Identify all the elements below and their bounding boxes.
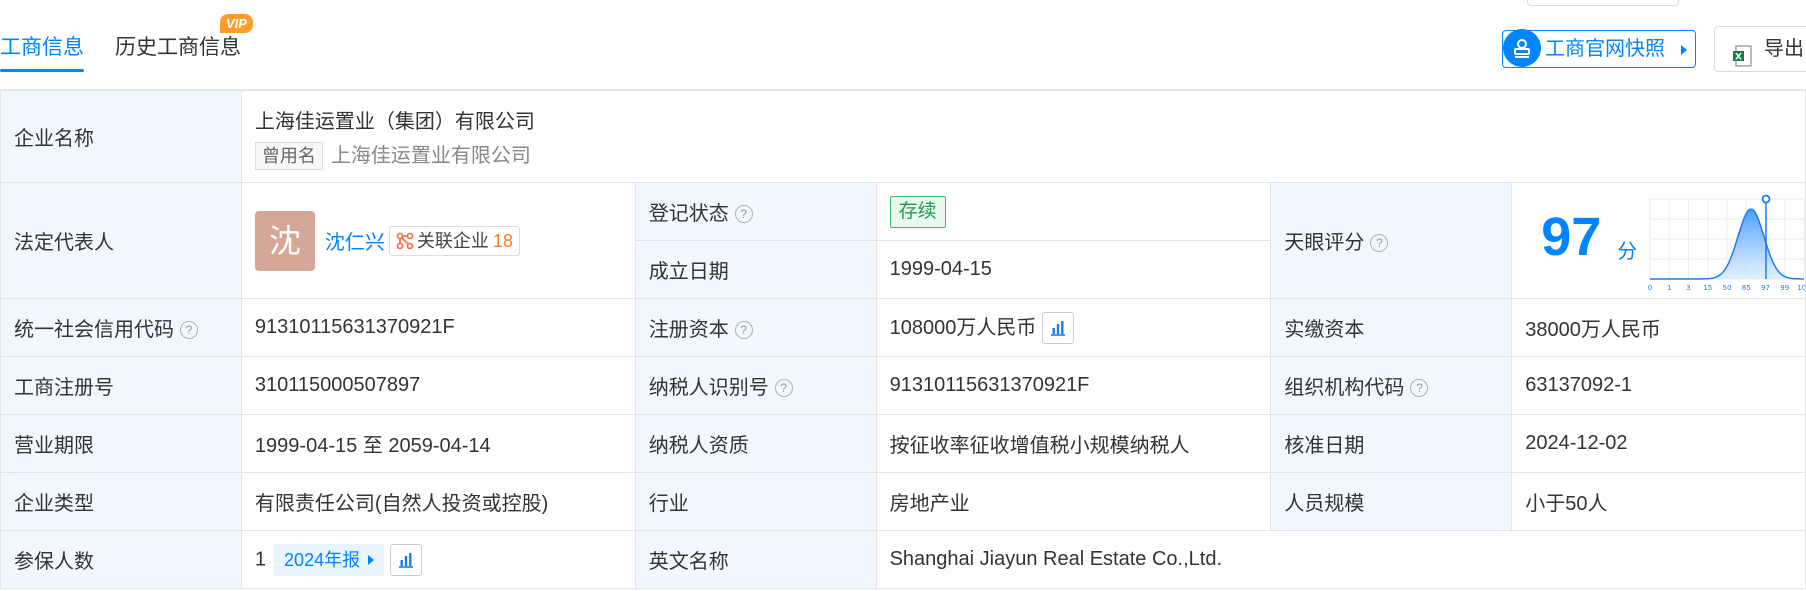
industry-value: 房地产业 xyxy=(875,472,1272,531)
avatar[interactable]: 沈 xyxy=(254,210,315,271)
excel-icon: X xyxy=(1733,39,1753,83)
tianyan-score-cell[interactable]: 97 分 0 1 3 15 50 85 97 99 100 xyxy=(1511,182,1806,299)
approve-date-label: 核准日期 xyxy=(1270,414,1513,473)
tianyan-score-label: 天眼评分 xyxy=(1284,232,1365,254)
found-date-label: 成立日期 xyxy=(634,240,877,299)
score-axis-tick-label: 85 xyxy=(1742,284,1751,292)
related-companies-button[interactable]: 关联企业 18 xyxy=(388,225,520,256)
bar-chart-icon[interactable] xyxy=(390,543,423,576)
bar-chart-icon[interactable] xyxy=(1042,312,1075,345)
taxpayer-qual-value: 按征收率征收增值税小规模纳税人 xyxy=(875,414,1272,473)
official-snapshot-label: 工商官网快照 xyxy=(1545,38,1665,60)
english-name-value: Shanghai Jiayun Real Estate Co.,Ltd. xyxy=(875,530,1806,589)
taxpayer-qual-label: 纳税人资质 xyxy=(634,414,877,473)
paid-capital-value: 38000万人民币 xyxy=(1511,298,1806,357)
score-axis-tick-label: 99 xyxy=(1781,284,1790,292)
related-graph-icon xyxy=(396,231,417,251)
vip-badge: VIP xyxy=(220,14,253,33)
help-icon[interactable]: ? xyxy=(1370,234,1389,252)
tab-business-info[interactable]: 工商信息 xyxy=(0,34,84,72)
help-icon[interactable]: ? xyxy=(734,205,753,223)
company-name-label: 企业名称 xyxy=(0,90,242,183)
company-type-label: 企业类型 xyxy=(0,472,242,531)
insured-value: 1 xyxy=(254,547,267,570)
tianyan-score-unit: 分 xyxy=(1617,241,1638,263)
legal-rep-name[interactable]: 沈仁兴 xyxy=(325,232,385,254)
score-axis-ticks: 0 1 3 15 50 85 97 99 100 xyxy=(1648,284,1806,292)
tab-bar: 工商信息 历史工商信息 VIP 工商官网快照 X 导出 xyxy=(0,0,1806,90)
score-marker-dot xyxy=(1761,194,1771,204)
export-label: 导出 xyxy=(1764,38,1804,60)
former-name-tag: 曾用名 xyxy=(254,142,323,170)
found-date-value: 1999-04-15 xyxy=(875,240,1272,299)
annual-report-link[interactable]: 2024年报 xyxy=(274,543,385,576)
score-axis-tick-label: 3 xyxy=(1687,284,1691,292)
approve-date-value: 2024-12-02 xyxy=(1511,414,1806,473)
reg-capital-label: 注册资本 xyxy=(648,319,729,341)
org-code-value: 63137092-1 xyxy=(1511,356,1806,415)
score-axis-tick-label: 15 xyxy=(1704,284,1713,292)
reg-no-value: 310115000507897 xyxy=(240,356,636,415)
credit-code-label: 统一社会信用代码 xyxy=(14,319,174,341)
biz-term-value: 1999-04-15 至 2059-04-14 xyxy=(240,414,636,473)
paid-capital-label: 实缴资本 xyxy=(1270,298,1513,357)
stamp-icon xyxy=(1503,29,1541,67)
help-icon[interactable]: ? xyxy=(734,321,753,339)
score-axis-tick-label: 1 xyxy=(1667,284,1671,292)
score-axis-tick-label: 100 xyxy=(1798,284,1806,292)
taxpayer-id-value: 91310115631370921F xyxy=(875,356,1272,415)
english-name-label: 英文名称 xyxy=(634,530,877,589)
reg-no-label: 工商注册号 xyxy=(0,356,242,415)
official-snapshot-button[interactable]: 工商官网快照 xyxy=(1502,29,1696,68)
related-companies-count: 18 xyxy=(492,230,513,251)
score-axis-tick-label: 50 xyxy=(1723,284,1732,292)
help-icon[interactable]: ? xyxy=(1410,379,1429,397)
export-button[interactable]: X 导出 xyxy=(1714,26,1806,72)
company-name: 上海佳运置业（集团）有限公司 xyxy=(254,111,535,133)
score-axis-tick-label: 0 xyxy=(1648,284,1652,292)
score-axis-tick-label: 97 xyxy=(1761,284,1770,292)
help-icon[interactable]: ? xyxy=(180,321,198,339)
reg-status-label: 登记状态 xyxy=(648,203,729,225)
related-companies-label: 关联企业 xyxy=(416,230,489,251)
org-code-label: 组织机构代码 xyxy=(1284,377,1405,399)
staff-size-value: 小于50人 xyxy=(1511,472,1806,531)
company-type-value: 有限责任公司(自然人投资或控股) xyxy=(240,472,636,531)
business-info-table: 企业名称 上海佳运置业（集团）有限公司 曾用名 上海佳运置业有限公司 法定代表人 … xyxy=(0,90,1806,589)
insured-label: 参保人数 xyxy=(0,530,242,589)
legal-rep-label: 法定代表人 xyxy=(0,182,242,299)
caret-right-icon xyxy=(1681,45,1687,55)
score-distribution-chart: 0 1 3 15 50 85 97 99 100 xyxy=(1648,194,1806,292)
taxpayer-id-label: 纳税人识别号 xyxy=(648,377,769,399)
industry-label: 行业 xyxy=(634,472,877,531)
status-badge: 存续 xyxy=(889,195,946,228)
staff-size-label: 人员规模 xyxy=(1270,472,1513,531)
top-faint-control xyxy=(1527,0,1679,6)
former-name: 上海佳运置业有限公司 xyxy=(330,145,531,167)
credit-code-value: 91310115631370921F xyxy=(240,298,636,357)
svg-text:X: X xyxy=(1735,53,1742,63)
biz-term-label: 营业期限 xyxy=(0,414,242,473)
tab-history-info[interactable]: 历史工商信息 xyxy=(115,34,241,62)
reg-capital-value: 108000万人民币 xyxy=(889,316,1037,339)
tianyan-score-value: 97 xyxy=(1541,207,1602,267)
help-icon[interactable]: ? xyxy=(774,379,793,397)
